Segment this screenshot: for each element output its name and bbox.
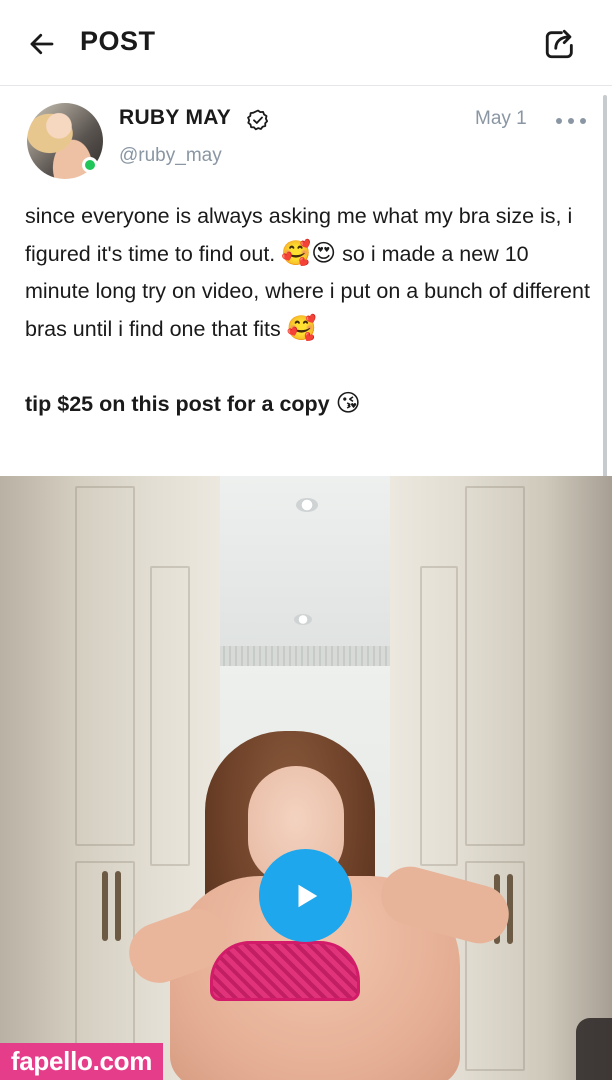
tip-line: tip $25 on this post for a copy 😘 (25, 385, 595, 423)
post-text: since everyone is always asking me what … (25, 198, 595, 423)
ceiling-light (296, 498, 318, 512)
top-bar: POST (0, 0, 612, 86)
post-body: since everyone is always asking me what … (25, 198, 595, 348)
author-display-name[interactable]: RUBY MAY (119, 106, 231, 130)
tip-text: tip $25 on this post for a copy (25, 392, 330, 416)
share-button[interactable] (538, 22, 582, 66)
play-icon (298, 884, 317, 907)
author-username[interactable]: @ruby_may (119, 145, 222, 167)
ceiling-light (294, 614, 312, 625)
post-video-thumbnail[interactable] (0, 476, 612, 1080)
tip-emoji: 😘 (335, 389, 361, 417)
share-icon (545, 29, 573, 59)
page-title: POST (80, 26, 156, 56)
verified-badge-icon (247, 109, 268, 131)
more-options-button[interactable] (556, 114, 586, 128)
emoji-group: 🥰😍 (281, 239, 337, 267)
emoji-end: 🥰 (286, 314, 317, 342)
more-horizontal-icon (556, 118, 562, 124)
play-button[interactable] (259, 849, 352, 942)
post-date: May 1 (475, 108, 527, 129)
arrow-left-icon (30, 33, 54, 55)
back-button[interactable] (22, 24, 62, 64)
online-status-indicator (82, 157, 98, 173)
watermark: fapello.com (0, 1043, 163, 1080)
